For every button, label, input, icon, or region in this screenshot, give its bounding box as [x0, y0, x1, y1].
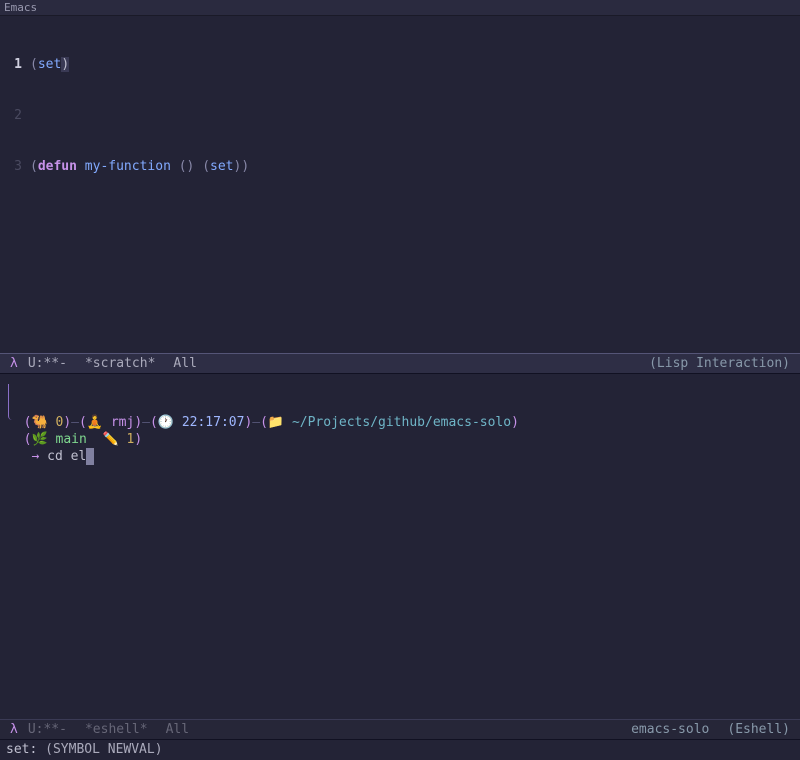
eshell-area[interactable]: (🐫 0)—(🧘 rmj)—(🕐 22:17:07)—(📁 ~/Projects… [0, 374, 800, 482]
buffer-status: U:**- [28, 719, 67, 740]
folder-icon: 📁 [268, 415, 284, 430]
open-paren: ( [202, 159, 210, 174]
modeline-scratch[interactable]: λ U:**- *scratch* All (Lisp Interaction) [0, 353, 800, 374]
matching-paren: ) [61, 57, 69, 72]
branch-icon: 🌿 [31, 432, 47, 447]
major-mode[interactable]: (Eshell) [727, 719, 790, 740]
prompt-line-2: (🌿 main ✏️ 1) [8, 432, 142, 447]
minibuffer[interactable]: set: (SYMBOL NEWVAL) [0, 740, 800, 760]
lambda-icon: λ [10, 353, 18, 374]
code-line[interactable]: 3 (defun my-function () (set)) [0, 158, 800, 175]
prompt-line-1: (🐫 0)—(🧘 rmj)—(🕐 22:17:07)—(📁 ~/Projects… [8, 415, 519, 430]
major-mode[interactable]: (Lisp Interaction) [649, 353, 790, 374]
prompt-line-3[interactable]: → cd el [8, 449, 94, 464]
eldoc-function: set [6, 742, 29, 757]
open-paren: ( [30, 159, 38, 174]
eshell-command[interactable]: cd el [47, 449, 86, 464]
user-icon: 🧘 [87, 415, 103, 430]
eshell-buffer-pane[interactable]: (🐫 0)—(🧘 rmj)—(🕐 22:17:07)—(📁 ~/Projects… [0, 374, 800, 719]
prompt-tree-line [8, 384, 18, 420]
keyword-defun: defun [38, 159, 77, 174]
buffer-name[interactable]: *eshell* [85, 719, 148, 740]
code-content[interactable]: (set) [30, 56, 800, 73]
arg-list: () [179, 159, 195, 174]
code-content[interactable] [30, 107, 800, 124]
cwd-path: ~/Projects/github/emacs-solo [292, 415, 511, 430]
project-name[interactable]: emacs-solo [631, 719, 709, 740]
window-titlebar: Emacs [0, 0, 800, 16]
function-name: set [38, 57, 61, 72]
buffer-status: U:**- [28, 353, 67, 374]
open-paren: ( [30, 57, 38, 72]
code-content[interactable]: (defun my-function () (set)) [30, 158, 800, 175]
function-name: my-function [85, 159, 171, 174]
scratch-buffer-pane[interactable]: 1 (set) 2 3 (defun my-function () (set)) [0, 16, 800, 353]
cursor [86, 448, 94, 465]
line-number: 2 [0, 107, 30, 124]
function-name: set [210, 159, 233, 174]
clock-icon: 🕐 [158, 415, 174, 430]
code-line[interactable]: 1 (set) [0, 56, 800, 73]
dirty-icon: ✏️ [102, 432, 118, 447]
line-number: 1 [0, 56, 30, 73]
git-branch: main [56, 432, 87, 447]
prompt-arrow: → [31, 449, 39, 464]
buffer-name[interactable]: *scratch* [85, 353, 155, 374]
line-number: 3 [0, 158, 30, 175]
lambda-icon: λ [10, 719, 18, 740]
buffer-position: All [166, 719, 189, 740]
code-area[interactable]: 1 (set) 2 3 (defun my-function () (set)) [0, 16, 800, 209]
username: rmj [111, 415, 134, 430]
buffer-position: All [173, 353, 196, 374]
close-paren: ) [241, 159, 249, 174]
eldoc-signature: (SYMBOL NEWVAL) [45, 742, 162, 757]
emacs-frame: 1 (set) 2 3 (defun my-function () (set))… [0, 16, 800, 760]
exit-code-icon: 🐫 [31, 415, 47, 430]
window-title: Emacs [4, 1, 37, 14]
code-line[interactable]: 2 [0, 107, 800, 124]
modeline-eshell[interactable]: λ U:**- *eshell* All emacs-solo (Eshell) [0, 719, 800, 740]
timestamp: 22:17:07 [182, 415, 245, 430]
